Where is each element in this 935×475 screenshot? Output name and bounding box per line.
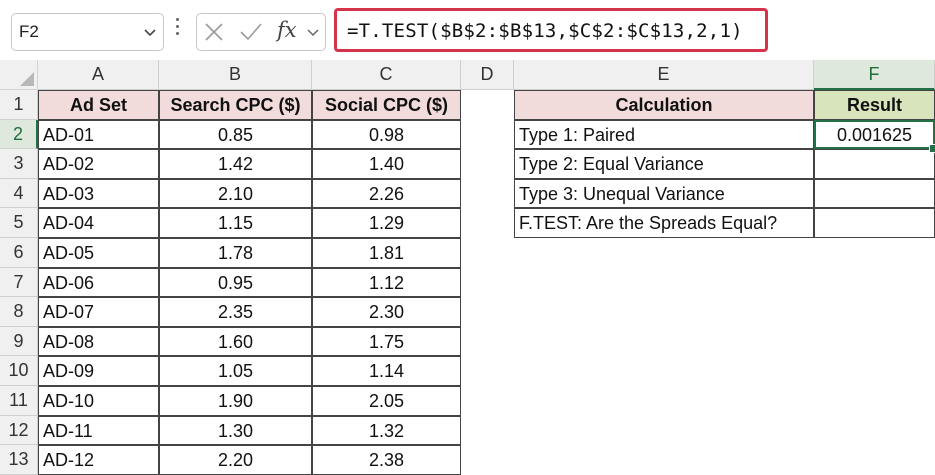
row-header-11[interactable]: 11 <box>0 386 38 416</box>
row-header-10[interactable]: 10 <box>0 356 38 386</box>
column-header-c[interactable]: C <box>312 60 461 90</box>
table-cell[interactable]: 2.38 <box>312 445 461 475</box>
calc-label-cell[interactable]: F.TEST: Are the Spreads Equal? <box>514 208 814 238</box>
table-cell[interactable]: 1.30 <box>159 415 312 446</box>
table-cell[interactable]: AD-11 <box>38 415 159 446</box>
row-header-4[interactable]: 4 <box>0 178 38 209</box>
table-cell[interactable]: AD-06 <box>38 267 159 298</box>
formula-actions: fx <box>196 13 326 51</box>
column-header-a[interactable]: A <box>38 60 159 90</box>
table-cell[interactable]: AD-10 <box>38 386 159 416</box>
cancel-icon[interactable] <box>203 21 225 48</box>
table-cell[interactable]: 1.75 <box>312 326 461 357</box>
table-cell[interactable]: AD-08 <box>38 326 159 357</box>
row-header-5[interactable]: 5 <box>0 208 38 238</box>
name-box[interactable]: F2 <box>11 13 164 51</box>
calc-label-cell[interactable]: Type 2: Equal Variance <box>514 149 814 179</box>
row-header-13[interactable]: 13 <box>0 445 38 475</box>
row-header-8[interactable]: 8 <box>0 297 38 327</box>
insert-function-icon[interactable]: fx <box>277 18 297 42</box>
column-header-b[interactable]: B <box>159 60 312 90</box>
chevron-down-icon[interactable] <box>142 24 158 45</box>
table-cell[interactable]: 1.32 <box>312 415 461 446</box>
table-cell[interactable]: 2.05 <box>312 386 461 416</box>
selected-result-cell[interactable]: 0.001625 <box>814 119 935 150</box>
table-cell[interactable]: 1.40 <box>312 149 461 179</box>
table-cell[interactable]: AD-05 <box>38 238 159 268</box>
fill-handle[interactable] <box>929 144 935 154</box>
table-cell[interactable]: 1.14 <box>312 356 461 386</box>
table-cell[interactable]: 2.20 <box>159 445 312 475</box>
row-header-3[interactable]: 3 <box>0 149 38 179</box>
table-cell[interactable]: 1.29 <box>312 208 461 238</box>
table-cell[interactable]: 0.95 <box>159 267 312 298</box>
select-all-corner[interactable] <box>0 60 38 90</box>
row-header-1[interactable]: 1 <box>0 90 38 120</box>
column-header-f[interactable]: F <box>814 60 935 90</box>
table-cell[interactable]: 0.85 <box>159 119 312 150</box>
result-cell[interactable] <box>814 149 935 179</box>
table-cell[interactable]: 1.15 <box>159 208 312 238</box>
column-header-d[interactable]: D <box>461 60 514 90</box>
confirm-icon[interactable] <box>239 21 263 48</box>
result-cell[interactable] <box>814 208 935 238</box>
table-cell[interactable]: AD-01 <box>38 119 159 150</box>
table-cell[interactable]: 1.12 <box>312 267 461 298</box>
formula-input[interactable]: =T.TEST($B$2:$B$13,$C$2:$C$13,2,1) <box>334 8 768 52</box>
table-cell[interactable]: 1.60 <box>159 326 312 357</box>
result-cell[interactable] <box>814 178 935 209</box>
table-cell[interactable]: 1.78 <box>159 238 312 268</box>
table-header-cell[interactable]: Search CPC ($) <box>159 90 312 120</box>
spreadsheet-grid: A B C D E F 1 2 3 4 5 6 7 8 9 10 11 12 13 Ad Set Search CPC … <box>0 60 935 475</box>
table-cell[interactable]: AD-04 <box>38 208 159 238</box>
row-header-12[interactable]: 12 <box>0 415 38 446</box>
calc-label-cell[interactable]: Type 3: Unequal Variance <box>514 178 814 209</box>
table-header-cell[interactable]: Ad Set <box>38 90 159 120</box>
calc-header-cell[interactable]: Calculation <box>514 90 814 120</box>
chevron-down-icon[interactable] <box>305 25 321 46</box>
table-cell[interactable]: 0.98 <box>312 119 461 150</box>
table-cell[interactable]: AD-03 <box>38 178 159 209</box>
table-cell[interactable]: 2.30 <box>312 297 461 327</box>
table-cell[interactable]: 1.42 <box>159 149 312 179</box>
drag-handle-icon[interactable] <box>176 18 180 39</box>
name-box-value: F2 <box>19 22 39 41</box>
table-cell[interactable]: AD-02 <box>38 149 159 179</box>
row-header-2[interactable]: 2 <box>0 119 38 150</box>
table-cell[interactable]: 2.10 <box>159 178 312 209</box>
row-header-6[interactable]: 6 <box>0 238 38 268</box>
column-header-e[interactable]: E <box>514 60 814 90</box>
table-cell[interactable]: 1.81 <box>312 238 461 268</box>
formula-text: =T.TEST($B$2:$B$13,$C$2:$C$13,2,1) <box>347 20 743 42</box>
table-cell[interactable]: 2.35 <box>159 297 312 327</box>
calc-label-cell[interactable]: Type 1: Paired <box>514 119 814 150</box>
result-header-cell[interactable]: Result <box>814 90 935 120</box>
table-header-cell[interactable]: Social CPC ($) <box>312 90 461 120</box>
table-cell[interactable]: 2.26 <box>312 178 461 209</box>
table-cell[interactable]: AD-07 <box>38 297 159 327</box>
row-header-9[interactable]: 9 <box>0 326 38 357</box>
table-cell[interactable]: AD-09 <box>38 356 159 386</box>
table-cell[interactable]: AD-12 <box>38 445 159 475</box>
formula-bar: F2 fx =T.TEST($B$2:$B$13,$C$2:$C$13,2,1) <box>0 0 935 60</box>
table-cell[interactable]: 1.05 <box>159 356 312 386</box>
row-header-7[interactable]: 7 <box>0 267 38 298</box>
table-cell[interactable]: 1.90 <box>159 386 312 416</box>
